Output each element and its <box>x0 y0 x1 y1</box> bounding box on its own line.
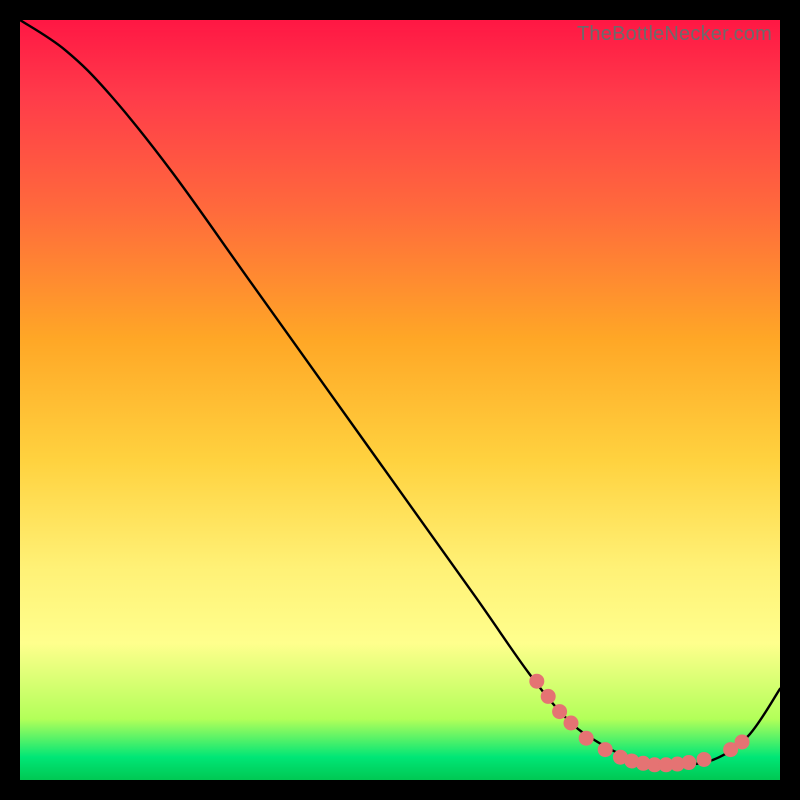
data-marker <box>681 755 696 770</box>
data-marker <box>598 742 613 757</box>
data-marker <box>735 735 750 750</box>
data-marker <box>697 752 712 767</box>
watermark-text: TheBottleNecker.com <box>577 23 772 46</box>
data-marker <box>529 674 544 689</box>
data-marker <box>579 731 594 746</box>
data-marker <box>564 716 579 731</box>
data-marker <box>541 689 556 704</box>
chart-frame: TheBottleNecker.com <box>20 20 780 780</box>
bottleneck-curve <box>20 20 780 766</box>
chart-svg <box>20 20 780 780</box>
data-marker <box>552 704 567 719</box>
